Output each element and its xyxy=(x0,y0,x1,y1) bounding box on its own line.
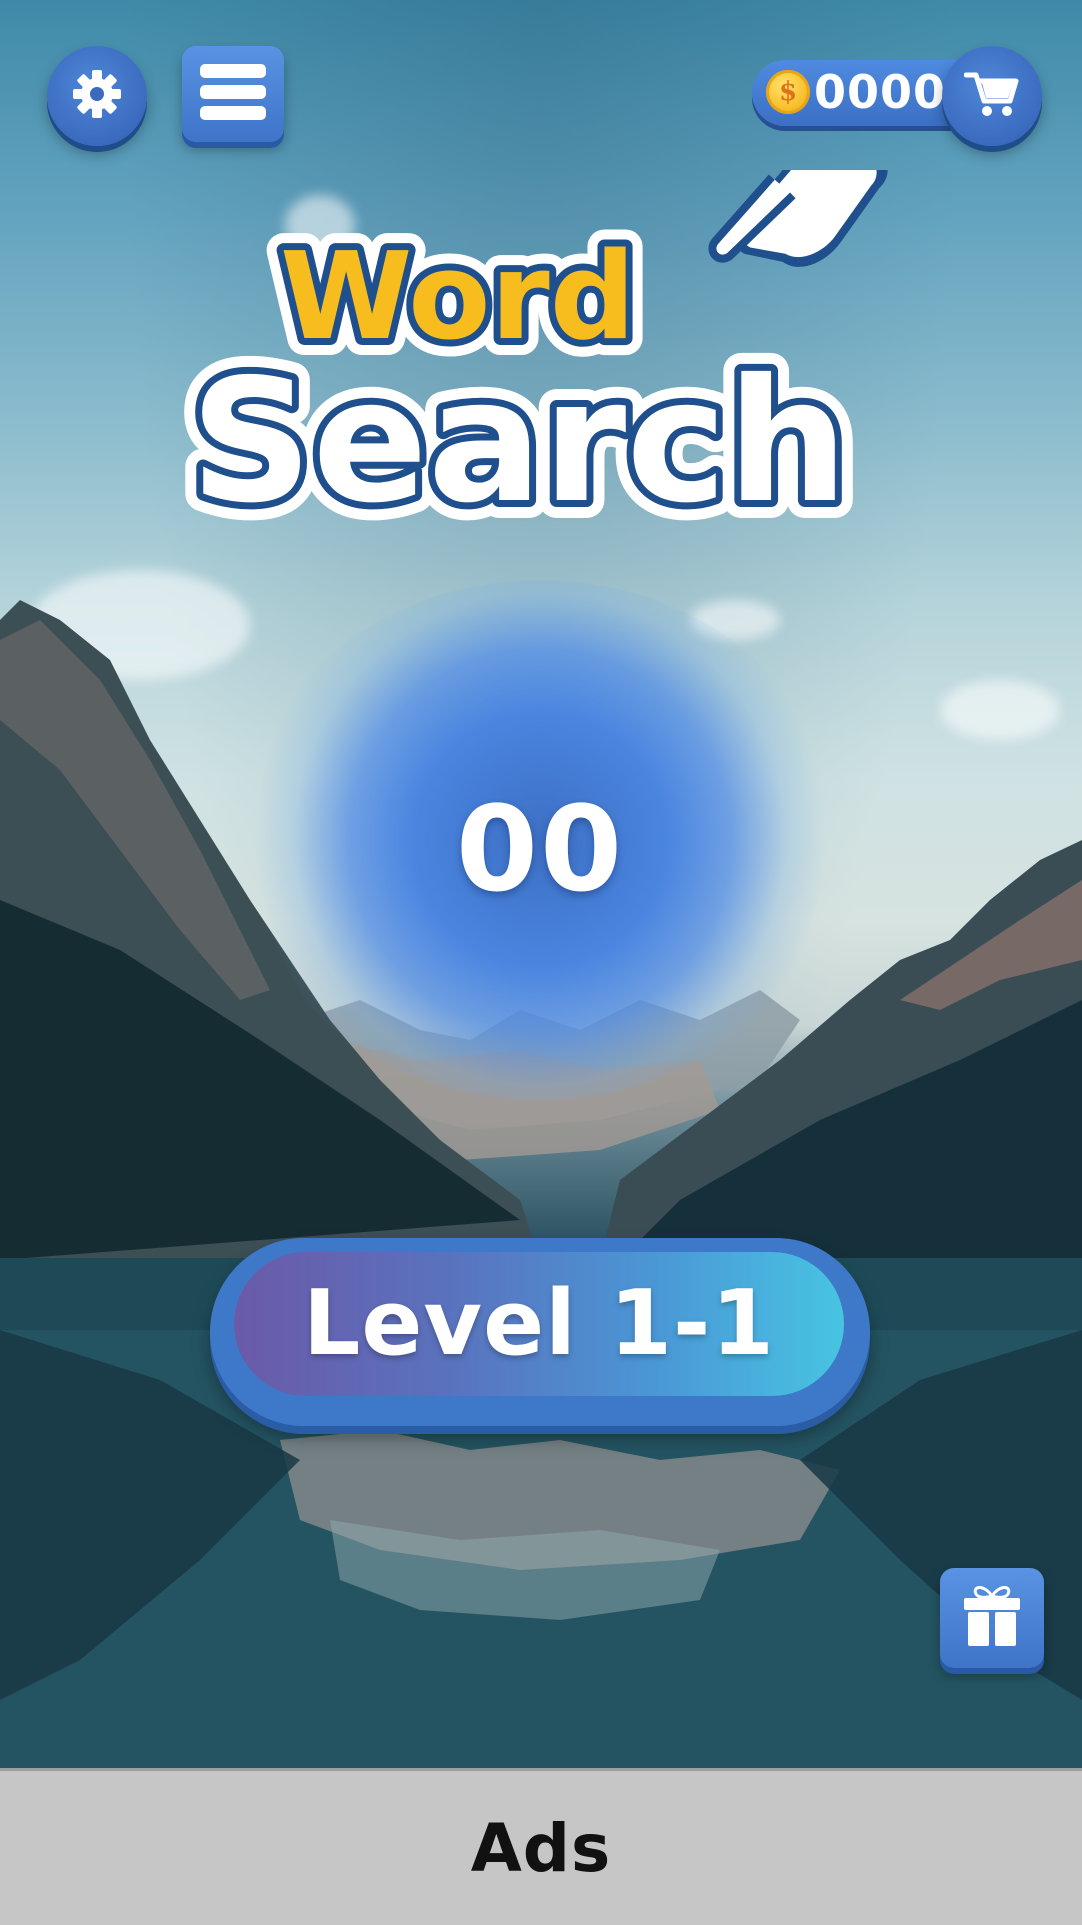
gear-icon xyxy=(70,67,124,125)
gift-icon xyxy=(962,1584,1022,1652)
level-button[interactable]: Level 1-1 xyxy=(210,1238,870,1426)
level-button-face: Level 1-1 xyxy=(234,1252,844,1396)
shop-button[interactable] xyxy=(942,46,1042,146)
logo-search: Search xyxy=(190,343,848,541)
game-logo: Word Word Search Search xyxy=(180,170,888,550)
coin-count: 0000 xyxy=(814,65,947,119)
ads-label: Ads xyxy=(470,1809,612,1887)
hamburger-icon xyxy=(200,62,266,126)
cart-icon xyxy=(963,69,1020,123)
ads-banner[interactable]: Ads xyxy=(0,1768,1082,1925)
menu-button[interactable] xyxy=(182,46,284,142)
score-display: 00 xyxy=(455,780,625,918)
pointing-hand-icon xyxy=(708,170,888,267)
coin-icon: $ xyxy=(766,70,810,114)
settings-button[interactable] xyxy=(47,46,147,146)
level-label: Level 1-1 xyxy=(303,1271,775,1376)
gift-button[interactable] xyxy=(940,1568,1044,1668)
